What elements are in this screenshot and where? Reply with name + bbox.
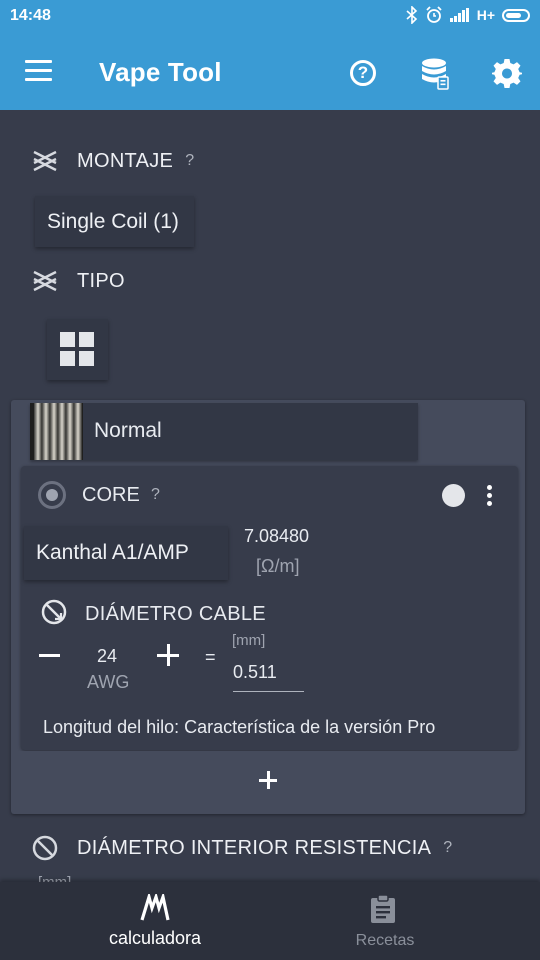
montaje-help-icon[interactable]: ? — [185, 152, 194, 170]
coil-icon — [33, 270, 57, 292]
tab-recetas-label: Recetas — [355, 932, 415, 949]
calculator-icon — [140, 894, 170, 921]
tipo-header: TIPO — [31, 267, 125, 295]
coil-icon — [33, 150, 57, 172]
tipo-label: TIPO — [77, 269, 125, 292]
color-dot-icon[interactable] — [442, 484, 465, 507]
tab-calculadora[interactable]: calculadora — [55, 882, 255, 960]
status-time: 14:48 — [10, 7, 51, 24]
add-wire-button[interactable] — [16, 751, 519, 809]
resistance-value: 7.08480 — [244, 526, 310, 546]
signal-icon — [449, 8, 469, 22]
app-title: Vape Tool — [99, 57, 222, 87]
menu-icon[interactable] — [25, 60, 52, 82]
decrease-gauge-button[interactable] — [39, 654, 60, 657]
material-select[interactable]: Kanthal A1/AMP — [24, 526, 228, 580]
diameter-mm-input[interactable]: 0.511 — [233, 662, 304, 692]
wire-type-select[interactable]: Normal — [30, 403, 418, 460]
diameter-icon — [41, 599, 67, 625]
inner-diameter-header: DIÁMETRO INTERIOR RESISTENCIA ? — [31, 834, 452, 862]
grid-icon — [60, 332, 94, 366]
gear-icon[interactable] — [492, 58, 522, 88]
diameter-label: DIÁMETRO CABLE — [85, 603, 266, 625]
gauge-unit: AWG — [87, 672, 130, 692]
more-vert-icon[interactable] — [487, 485, 493, 507]
clipboard-icon — [371, 894, 395, 923]
status-icons: H+ — [406, 6, 530, 24]
bottom-navigation: calculadora Recetas — [0, 882, 540, 960]
inner-diameter-help-icon[interactable]: ? — [443, 839, 452, 857]
tipo-select[interactable] — [47, 319, 108, 380]
montaje-label: MONTAJE — [77, 149, 174, 172]
core-radio-icon[interactable] — [38, 481, 66, 509]
equals-sign: = — [205, 647, 216, 667]
wire-length-text: Longitud del hilo: Característica de la … — [43, 717, 436, 737]
material-value: Kanthal A1/AMP — [36, 541, 189, 564]
help-icon[interactable]: ? — [350, 60, 376, 86]
mm-unit: [mm] — [232, 632, 266, 649]
status-bar: 14:48 H+ — [0, 0, 540, 34]
wire-type-label: Normal — [94, 419, 162, 442]
increase-gauge-button[interactable] — [157, 644, 179, 666]
app-bar: Vape Tool ? — [0, 34, 540, 110]
core-title: CORE — [82, 484, 140, 506]
tab-calculadora-label: calculadora — [108, 928, 202, 948]
bluetooth-icon — [406, 6, 417, 24]
battery-icon — [502, 8, 530, 22]
montaje-select[interactable]: Single Coil (1) — [35, 196, 194, 247]
coil-card: Normal CORE ? Kanthal A1/AMP 7.08480 [Ω/… — [11, 400, 525, 814]
core-card: CORE ? Kanthal A1/AMP 7.08480 [Ω/m] DIÁM… — [21, 466, 518, 750]
calculator-content[interactable]: MONTAJE ? Single Coil (1) TIPO Normal CO… — [0, 110, 540, 882]
database-icon[interactable] — [421, 58, 449, 90]
wire-coil-image — [30, 403, 83, 460]
tab-recetas[interactable]: Recetas — [285, 882, 485, 960]
core-help-icon[interactable]: ? — [151, 486, 160, 504]
montaje-header: MONTAJE ? — [31, 147, 194, 175]
montaje-value: Single Coil (1) — [47, 210, 179, 233]
plus-icon — [259, 771, 277, 789]
alarm-icon — [426, 6, 442, 23]
inner-diameter-unit: [mm] — [38, 874, 71, 882]
network-type: H+ — [476, 7, 495, 23]
resistance-unit: [Ω/m] — [256, 556, 300, 576]
inner-diameter-label: DIÁMETRO INTERIOR RESISTENCIA — [77, 836, 432, 859]
diameter-icon — [32, 835, 58, 861]
gauge-value: 24 — [97, 646, 118, 666]
